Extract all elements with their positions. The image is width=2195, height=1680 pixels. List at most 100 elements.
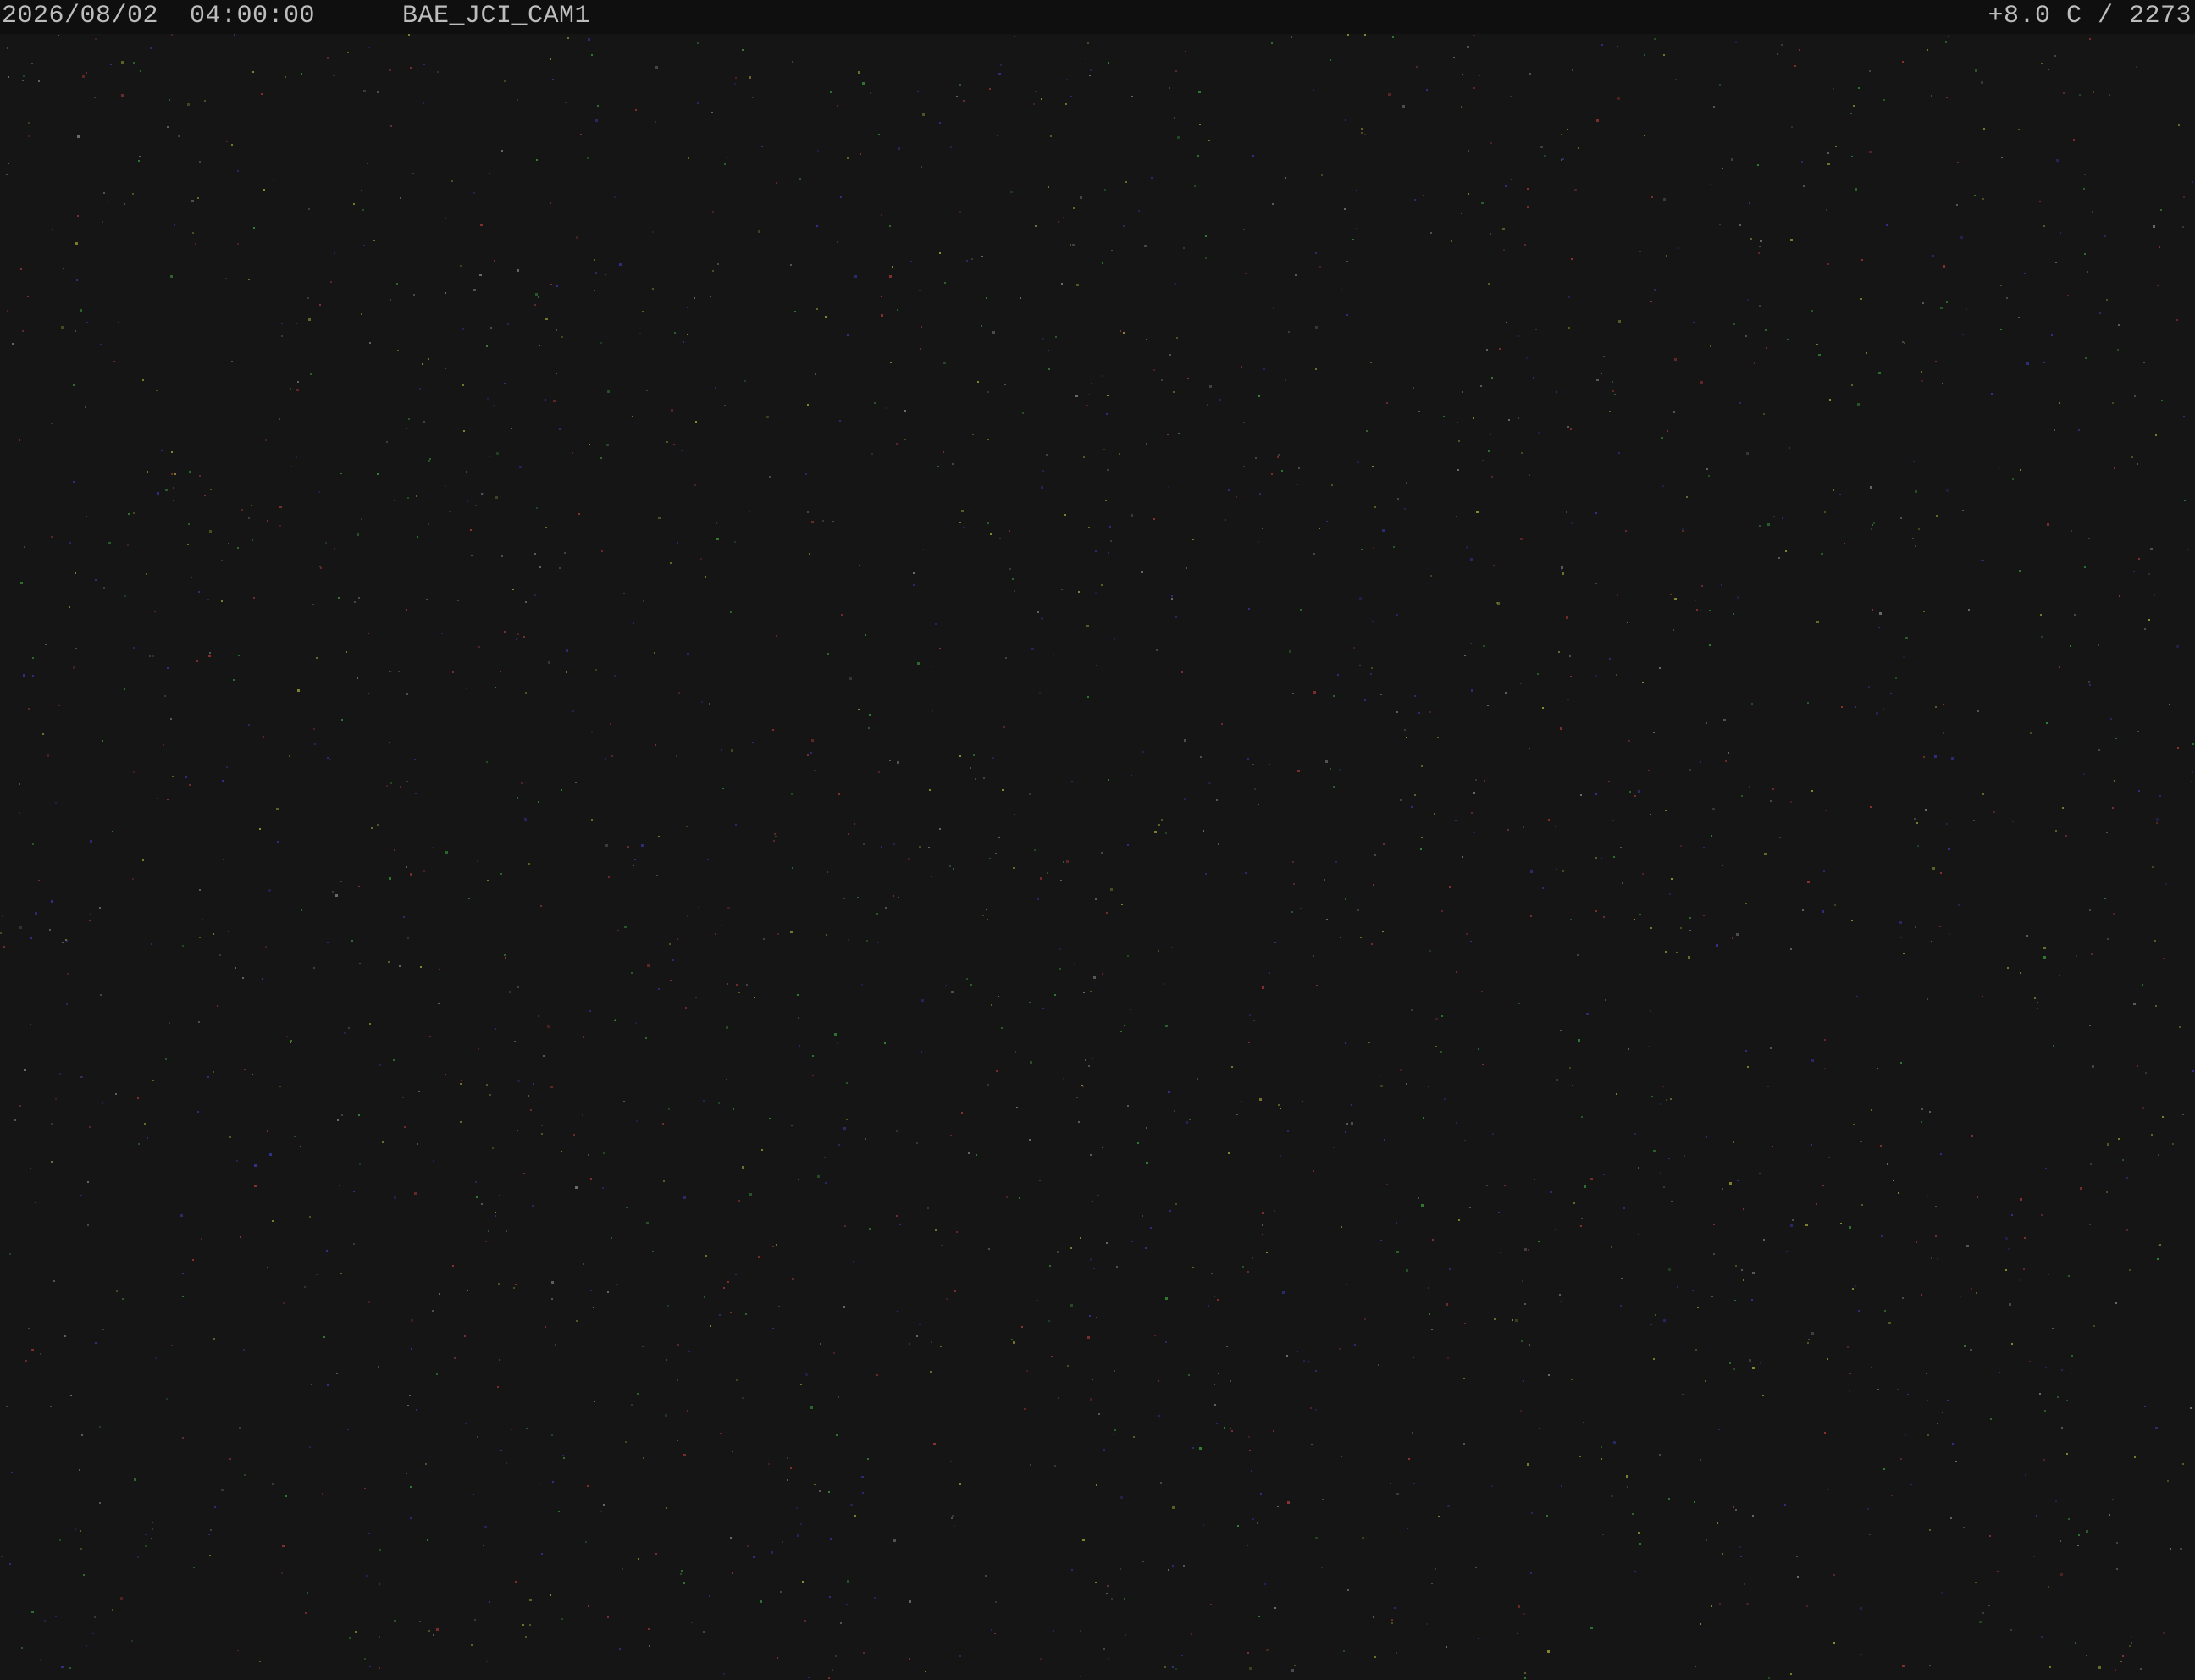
sensor-noise-pixel [363, 245, 365, 246]
sensor-noise-pixel [1561, 134, 1562, 135]
sensor-noise-pixel [1208, 140, 1210, 141]
sensor-noise-pixel [390, 125, 392, 127]
sensor-noise-pixel [1752, 1367, 1755, 1369]
sensor-noise-pixel [1104, 189, 1106, 191]
sensor-noise-pixel [536, 507, 538, 509]
sensor-noise-pixel [839, 420, 841, 422]
sensor-noise-pixel [414, 1192, 417, 1195]
sensor-noise-pixel [1476, 511, 1479, 513]
sensor-noise-pixel [1824, 1068, 1826, 1069]
sensor-noise-pixel [80, 309, 82, 312]
sensor-noise-pixel [521, 782, 523, 784]
sensor-noise-pixel [445, 485, 446, 487]
sensor-noise-pixel [511, 428, 512, 429]
sensor-noise-pixel [1797, 1576, 1799, 1578]
sensor-noise-pixel [563, 1457, 565, 1459]
sensor-noise-pixel [1799, 49, 1800, 51]
sensor-noise-pixel [1236, 1114, 1238, 1115]
sensor-noise-pixel [213, 933, 214, 935]
sensor-noise-pixel [1605, 999, 1606, 1001]
sensor-noise-pixel [1612, 820, 1614, 821]
sensor-noise-pixel [635, 1022, 637, 1024]
sensor-noise-pixel [1617, 594, 1618, 596]
sensor-noise-pixel [1943, 265, 1945, 268]
sensor-noise-pixel [1458, 440, 1460, 442]
sensor-noise-pixel [956, 96, 958, 97]
sensor-noise-pixel [1014, 814, 1015, 815]
sensor-noise-pixel [408, 418, 410, 420]
sensor-noise-pixel [2020, 469, 2021, 471]
sensor-noise-pixel [1648, 1046, 1650, 1047]
sensor-noise-pixel [1692, 1290, 1694, 1291]
sensor-noise-pixel [1207, 404, 1208, 406]
sensor-noise-pixel [524, 818, 527, 821]
sensor-noise-pixel [593, 1307, 594, 1308]
sensor-noise-pixel [2179, 1026, 2181, 1028]
sensor-noise-pixel [2024, 1237, 2026, 1239]
sensor-noise-pixel [816, 225, 818, 227]
sensor-noise-pixel [1137, 1142, 1139, 1144]
sensor-noise-pixel [1048, 1320, 1050, 1322]
sensor-noise-pixel [1108, 779, 1109, 781]
sensor-noise-pixel [1561, 1485, 1562, 1487]
sensor-noise-pixel [1941, 1592, 1943, 1594]
sensor-noise-pixel [881, 846, 882, 848]
sensor-noise-pixel [1966, 1245, 1969, 1247]
sensor-noise-pixel [379, 1636, 380, 1638]
sensor-noise-pixel [182, 1437, 184, 1439]
sensor-noise-pixel [1026, 1370, 1028, 1372]
sensor-noise-pixel [1281, 470, 1283, 472]
sensor-noise-pixel [1719, 84, 1721, 86]
sensor-noise-pixel [1569, 655, 1571, 657]
sensor-noise-pixel [1729, 1362, 1731, 1364]
sensor-noise-pixel [1470, 941, 1472, 942]
sensor-noise-pixel [207, 1076, 209, 1078]
sensor-noise-pixel [1473, 417, 1474, 419]
sensor-noise-pixel [2089, 684, 2091, 686]
sensor-noise-pixel [209, 652, 211, 654]
sensor-noise-pixel [968, 1152, 970, 1154]
sensor-noise-pixel [665, 1414, 667, 1417]
sensor-noise-pixel [359, 963, 361, 964]
sensor-noise-pixel [994, 1633, 996, 1634]
sensor-noise-pixel [1577, 954, 1579, 956]
camera-name: BAE_JCI_CAM1 [402, 2, 591, 30]
sensor-noise-pixel [1556, 391, 1557, 393]
sensor-noise-pixel [771, 1551, 773, 1554]
sensor-noise-pixel [1660, 1103, 1661, 1105]
sensor-noise-pixel [1773, 516, 1775, 517]
sensor-noise-pixel [1002, 789, 1004, 791]
sensor-noise-pixel [1359, 597, 1362, 600]
sensor-noise-pixel [483, 493, 484, 495]
sensor-noise-pixel [652, 288, 654, 290]
sensor-noise-pixel [1949, 933, 1950, 935]
sensor-noise-pixel [489, 173, 490, 174]
sensor-noise-pixel [583, 1263, 584, 1265]
sensor-noise-pixel [281, 323, 283, 324]
sensor-noise-pixel [1124, 1598, 1125, 1600]
sensor-noise-pixel [252, 71, 254, 73]
sensor-noise-pixel [251, 505, 252, 506]
sensor-noise-pixel [237, 243, 239, 245]
sensor-noise-pixel [1673, 411, 1675, 413]
sensor-noise-pixel [1013, 867, 1015, 869]
sensor-noise-pixel [1142, 751, 1144, 753]
sensor-noise-pixel [539, 566, 541, 568]
sensor-noise-pixel [847, 1580, 849, 1583]
sensor-noise-pixel [2159, 795, 2161, 797]
sensor-noise-pixel [242, 977, 244, 979]
sensor-noise-pixel [1390, 1483, 1391, 1484]
sensor-noise-pixel [1768, 1677, 1770, 1679]
sensor-noise-pixel [477, 1436, 478, 1438]
sensor-noise-pixel [58, 35, 59, 36]
sensor-noise-pixel [1391, 1619, 1393, 1621]
sensor-noise-pixel [594, 1401, 595, 1402]
sensor-noise-pixel [1061, 283, 1063, 285]
sensor-noise-pixel [857, 897, 859, 898]
sensor-noise-pixel [552, 1481, 554, 1483]
sensor-noise-pixel [1946, 301, 1948, 303]
sensor-noise-pixel [746, 984, 748, 986]
sensor-noise-pixel [1315, 326, 1318, 329]
sensor-noise-pixel [715, 387, 716, 389]
sensor-noise-pixel [1668, 1498, 1670, 1500]
